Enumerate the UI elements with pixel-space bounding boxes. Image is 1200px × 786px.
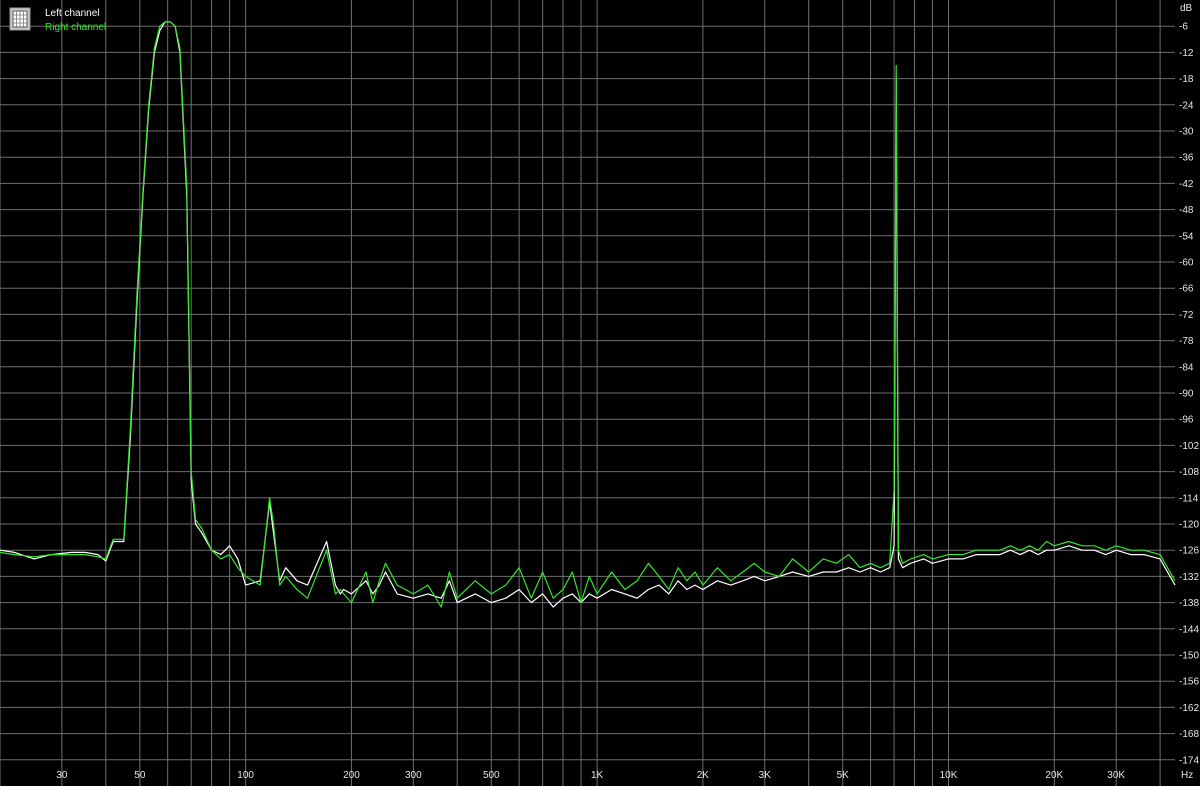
y-tick-label: -138 — [1179, 598, 1199, 609]
y-tick-label: -60 — [1179, 258, 1194, 269]
y-tick-label: -132 — [1179, 572, 1199, 583]
y-tick-label: -96 — [1179, 415, 1194, 426]
spectrum-chart: 30 50 100 200 300 500 1K 2K 3K 5K 10K 20K 30K -6 -12 -… — [0, 0, 1200, 786]
y-tick-label: -30 — [1179, 127, 1194, 138]
y-tick-label: -54 — [1179, 231, 1194, 242]
x-tick-label: 100 — [237, 770, 254, 781]
y-tick-label: -102 — [1179, 441, 1199, 452]
y-tick-label: -168 — [1179, 729, 1199, 740]
y-tick-label: -72 — [1179, 310, 1194, 321]
y-tick-label: -6 — [1179, 22, 1188, 33]
x-tick-label: 50 — [134, 770, 146, 781]
x-tick-label: 300 — [405, 770, 422, 781]
y-tick-label: -90 — [1179, 389, 1194, 400]
y-tick-label: -42 — [1179, 179, 1194, 190]
y-tick-label: -156 — [1179, 677, 1199, 688]
y-tick-label: -150 — [1179, 651, 1199, 662]
y-tick-label: -114 — [1179, 493, 1199, 504]
x-tick-label: 5K — [837, 770, 850, 781]
legend-icon[interactable] — [9, 7, 31, 31]
x-tick-label: 1K — [591, 770, 604, 781]
x-tick-label: 30K — [1107, 770, 1125, 781]
x-tick-label: 3K — [759, 770, 772, 781]
x-tick-label: 500 — [483, 770, 500, 781]
y-tick-label: -12 — [1179, 48, 1194, 59]
y-tick-label: -24 — [1179, 100, 1194, 111]
y-tick-label: -126 — [1179, 546, 1199, 557]
x-tick-label: 30 — [56, 770, 68, 781]
x-tick-label: 10K — [940, 770, 958, 781]
x-unit-label: Hz — [1181, 770, 1193, 781]
x-tick-label: 2K — [697, 770, 710, 781]
y-tick-label: -144 — [1179, 624, 1199, 635]
y-tick-label: -162 — [1179, 703, 1199, 714]
y-tick-label: -48 — [1179, 205, 1194, 216]
x-tick-label: 200 — [343, 770, 360, 781]
y-tick-label: -120 — [1179, 520, 1199, 531]
legend-right-channel: Right channel — [45, 22, 106, 33]
x-tick-label: 20K — [1045, 770, 1063, 781]
y-tick-label: -36 — [1179, 153, 1194, 164]
y-tick-label: -66 — [1179, 284, 1194, 295]
y-unit-label: dB — [1180, 3, 1193, 14]
y-tick-label: -108 — [1179, 467, 1199, 478]
y-tick-label: -84 — [1179, 362, 1194, 373]
legend-left-channel: Left channel — [45, 8, 100, 19]
y-tick-label: -78 — [1179, 336, 1194, 347]
y-tick-label: -18 — [1179, 74, 1194, 85]
y-tick-label: -174 — [1179, 755, 1199, 766]
